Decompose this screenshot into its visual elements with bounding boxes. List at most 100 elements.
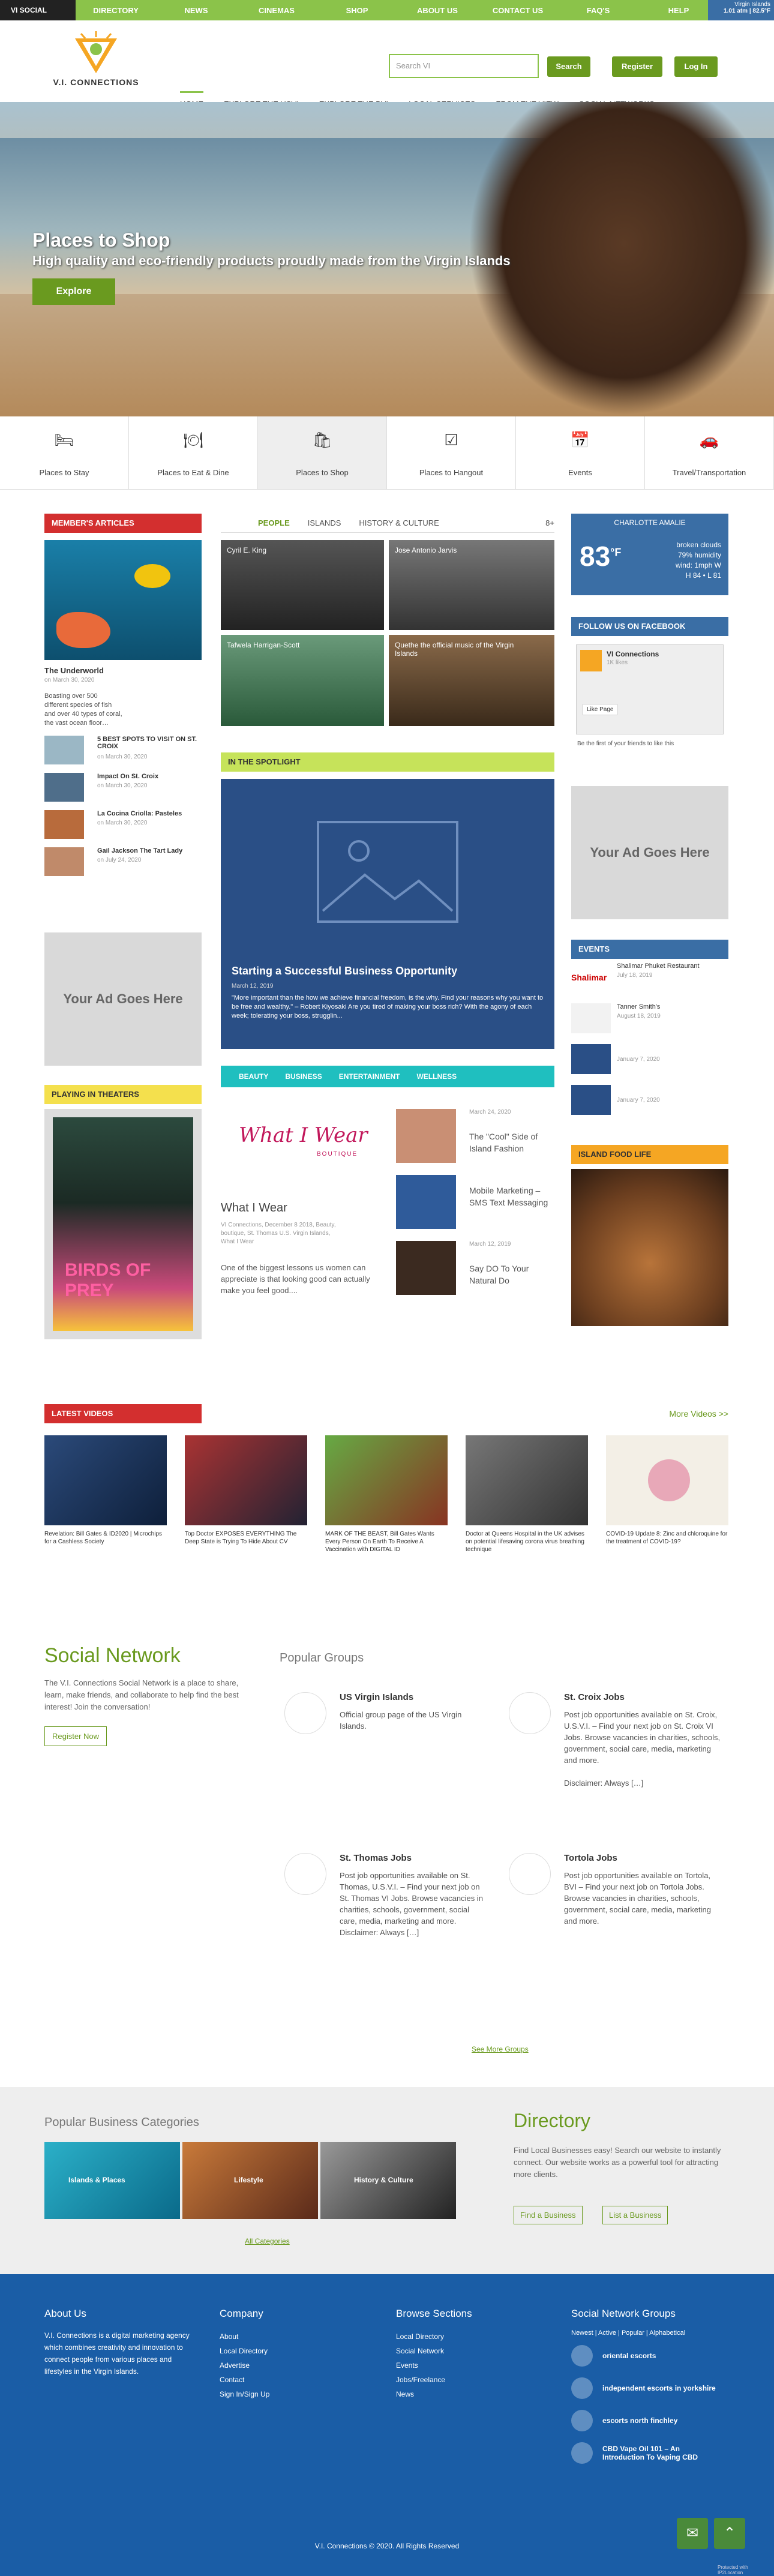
list-item-title: 5 BEST SPOTS TO VISIT ON ST. CROIX [97, 736, 197, 750]
tile-history[interactable]: History & Culture [320, 2142, 456, 2219]
login-button[interactable]: Log In [674, 56, 718, 77]
video-item[interactable]: MARK OF THE BEAST, Bill Gates Wants Ever… [325, 1435, 448, 1554]
list-item[interactable]: Shalimar Shalimar Phuket Restaurant July 1… [571, 962, 728, 998]
list-item[interactable]: La Cocina Criolla: Pasteles on March 30, … [44, 810, 202, 842]
top-link-shop[interactable]: SHOP [317, 6, 397, 15]
underwater-image[interactable] [44, 540, 202, 660]
search-button[interactable]: Search [547, 56, 590, 77]
footer-link[interactable]: Local Directory [220, 2344, 269, 2358]
fb-like-button[interactable]: Like Page [583, 704, 618, 715]
beauty-feature-title[interactable]: What I Wear [221, 1201, 383, 1215]
food-life-title: ISLAND FOOD LIFE [571, 1145, 728, 1164]
fb-page-avatar [580, 650, 602, 671]
footer-link[interactable]: News [396, 2387, 472, 2401]
group-item[interactable]: CBD Vape Oil 101 – An Introduction To Va… [571, 2442, 728, 2464]
mail-icon[interactable]: ✉ [677, 2518, 708, 2549]
movie-poster-frame[interactable]: BIRDS OF PREY [44, 1109, 202, 1339]
tab-more[interactable]: 8+ [545, 518, 554, 527]
more-videos-link[interactable]: More Videos >> [669, 1409, 728, 1419]
tab-wellness[interactable]: WELLNESS [416, 1072, 457, 1081]
footer-link[interactable]: Advertise [220, 2358, 269, 2373]
video-item[interactable]: Top Doctor EXPOSES EVERYTHING The Deep S… [185, 1435, 307, 1554]
list-item[interactable]: Tanner Smith's August 18, 2019 [571, 1003, 728, 1039]
footer-link[interactable]: Local Directory [396, 2329, 472, 2344]
footer-link[interactable]: About [220, 2329, 269, 2344]
list-item[interactable]: March 12, 2019 Say DO To Your Natural Do [396, 1241, 554, 1301]
category-eat[interactable]: 🍽 Places to Eat & Dine [129, 416, 258, 489]
group-name: CBD Vape Oil 101 – An Introduction To Va… [602, 2445, 698, 2461]
ad-box-right[interactable]: Your Ad Goes Here [571, 786, 728, 919]
category-shop[interactable]: 🛍 Places to Shop [258, 416, 387, 489]
event-title: Tanner Smith's [617, 1003, 661, 1010]
tab-people[interactable]: PEOPLE [258, 518, 290, 527]
group-item[interactable]: escorts north finchley [571, 2410, 728, 2431]
facebook-page-card[interactable]: VI Connections 1K likes Like Page [576, 644, 724, 734]
find-business-button[interactable]: Find a Business [514, 2206, 583, 2224]
scroll-up-icon[interactable]: ⌃ [714, 2518, 745, 2549]
tab-entertainment[interactable]: ENTERTAINMENT [339, 1072, 400, 1081]
tab-islands[interactable]: ISLANDS [308, 518, 341, 527]
spotlight-title: IN THE SPOTLIGHT [221, 752, 554, 772]
list-business-button[interactable]: List a Business [602, 2206, 668, 2224]
top-link-faq[interactable]: FAQ'S [558, 6, 638, 15]
group-item[interactable]: independent escorts in yorkshire [571, 2377, 728, 2399]
people-cell[interactable]: Jose Antonio Jarvis [389, 540, 554, 630]
footer-groups-tabs[interactable]: Newest | Active | Popular | Alphabetical [571, 2329, 728, 2337]
list-item[interactable]: Gail Jackson The Tart Lady on July 24, 20… [44, 847, 202, 880]
spotlight-card[interactable]: Starting a Successful Business Opportuni… [221, 779, 554, 1049]
top-link-cinemas[interactable]: CINEMAS [236, 6, 317, 15]
group-item[interactable]: oriental escorts [571, 2345, 728, 2367]
hero-title: Places to Shop [32, 229, 170, 251]
food-image[interactable] [571, 1169, 728, 1326]
footer-link[interactable]: Events [396, 2358, 472, 2373]
tile-islands[interactable]: Islands & Places [44, 2142, 180, 2219]
site-logo[interactable]: V.I. CONNECTIONS [42, 31, 150, 87]
list-item[interactable]: Impact On St. Croix on March 30, 2020 [44, 773, 202, 805]
tile-lifestyle[interactable]: Lifestyle [182, 2142, 318, 2219]
footer-link[interactable]: Sign In/Sign Up [220, 2387, 269, 2401]
search-input[interactable]: Search VI [389, 54, 539, 78]
top-link-about[interactable]: ABOUT US [397, 6, 478, 15]
list-item[interactable]: Mobile Marketing – SMS Text Messaging [396, 1175, 554, 1235]
footer-link[interactable]: Contact [220, 2373, 269, 2387]
ad-box-left[interactable]: Your Ad Goes Here [44, 932, 202, 1066]
feature-article-title[interactable]: The Underworld [44, 666, 202, 675]
video-item[interactable]: Doctor at Queens Hospital in the UK advi… [466, 1435, 588, 1554]
list-item[interactable]: March 24, 2020 The "Cool" Side of Island … [396, 1109, 554, 1169]
video-item[interactable]: COVID-19 Update 8: Zinc and chloroquine … [606, 1435, 728, 1554]
list-item[interactable]: 5 BEST SPOTS TO VISIT ON ST. CROIX on Mar… [44, 736, 202, 768]
people-cell[interactable]: Tafwela Harrigan-Scott [221, 635, 384, 726]
top-link-contact[interactable]: CONTACT US [478, 6, 558, 15]
see-more-groups-link[interactable]: See More Groups [472, 2045, 529, 2053]
category-transport[interactable]: 🚗 Travel/Transportation [645, 416, 774, 489]
list-item[interactable]: January 7, 2020 [571, 1044, 728, 1080]
top-link-directory[interactable]: DIRECTORY [76, 6, 156, 15]
spotlight-headline[interactable]: Starting a Successful Business Opportuni… [232, 965, 457, 977]
feature-article-date: on March 30, 2020 [44, 677, 95, 683]
people-cell[interactable]: Cyril E. King [221, 540, 384, 630]
top-link-help[interactable]: HELP [638, 6, 719, 15]
register-now-button[interactable]: Register Now [44, 1726, 107, 1746]
category-label: Places to Stay [39, 468, 89, 477]
category-hangout[interactable]: ☑ Places to Hangout [387, 416, 516, 489]
all-categories-link[interactable]: All Categories [245, 2237, 290, 2245]
footer-link[interactable]: Jobs/Freelance [396, 2373, 472, 2387]
beauty-module: BEAUTY BUSINESS ENTERTAINMENT WELLNESS W… [221, 1066, 554, 1295]
category-events[interactable]: 📅 Events [516, 416, 645, 489]
list-item[interactable]: January 7, 2020 [571, 1085, 728, 1121]
fork-knife-icon: 🍽 [183, 431, 203, 449]
top-link-news[interactable]: NEWS [156, 6, 236, 15]
group-desc: Official group page of the US Virgin Isl… [340, 1710, 462, 1731]
hero-explore-button[interactable]: Explore [32, 278, 115, 305]
footer-link[interactable]: Social Network [396, 2344, 472, 2358]
tab-business[interactable]: BUSINESS [285, 1072, 322, 1081]
category-stay[interactable]: 🛏 Places to Stay [0, 416, 129, 489]
register-button[interactable]: Register [612, 56, 662, 77]
video-item[interactable]: Revelation: Bill Gates & ID2020 | Microc… [44, 1435, 167, 1554]
what-i-wear-logo[interactable]: What I Wear BOUTIQUE [221, 1109, 383, 1181]
events-widget: EVENTS Shalimar Shalimar Phuket Restauran… [571, 940, 728, 1121]
tab-history[interactable]: HISTORY & CULTURE [359, 518, 439, 527]
people-cell[interactable]: Quethe the official music of the Virgin … [389, 635, 554, 726]
tab-beauty[interactable]: BEAUTY [239, 1072, 268, 1081]
footer-copyright: V.I. Connections © 2020. All Rights Rese… [314, 2542, 460, 2550]
